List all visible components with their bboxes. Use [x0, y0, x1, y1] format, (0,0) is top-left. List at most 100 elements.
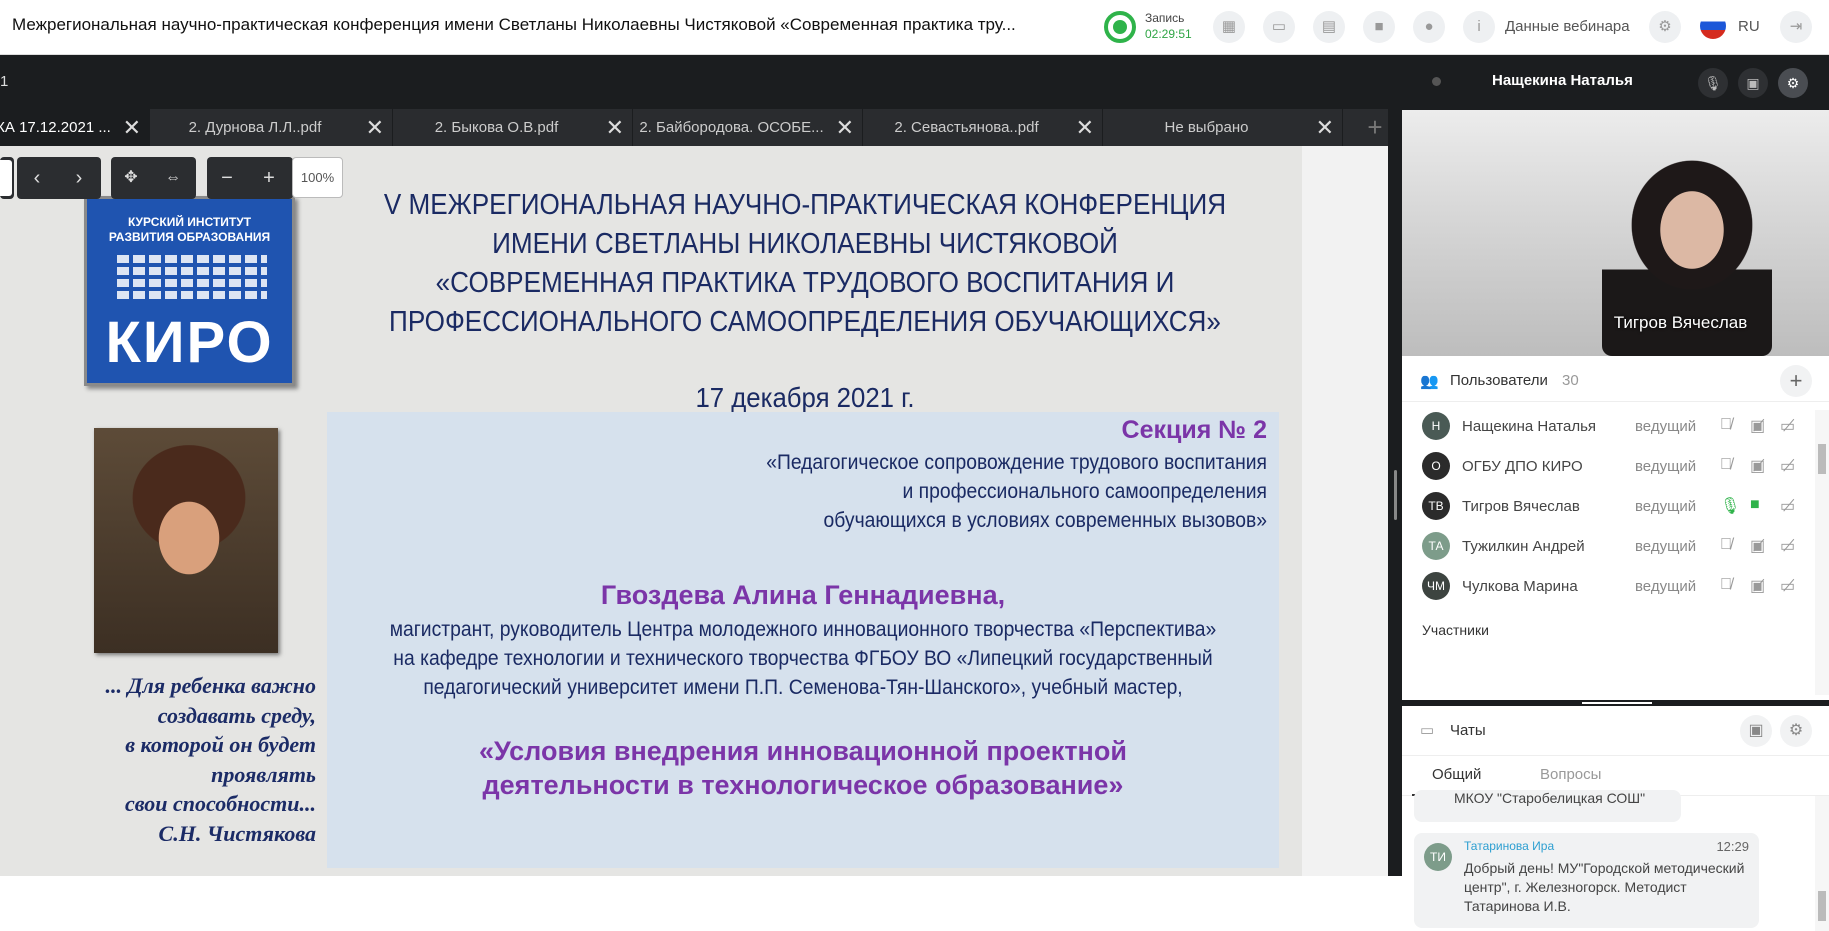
mic-off-icon[interactable]: 🎙̸: [1720, 416, 1732, 434]
zoom-out-icon[interactable]: −: [207, 157, 247, 199]
camera-off-icon[interactable]: ▣̸: [1750, 416, 1765, 436]
mic-off-icon[interactable]: 🎙: [1698, 68, 1728, 98]
mic-off-icon[interactable]: 🎙̸: [1720, 536, 1732, 554]
record-icon[interactable]: [1104, 11, 1136, 43]
mic-on-icon[interactable]: 🎙: [1720, 496, 1740, 516]
file-tabs: КА 17.12.2021 ... ✕ 2. Дурнова Л.Л..pdf ✕ …: [0, 109, 1396, 146]
close-icon[interactable]: ✕: [836, 109, 854, 146]
file-tab-label: 2. Байбородова. ОСОБЕ...: [639, 119, 824, 136]
message-time: 12:29: [1716, 839, 1749, 854]
zoom-level[interactable]: 100%: [292, 157, 343, 198]
avatar: ТИ: [1424, 843, 1452, 871]
webinar-data-button[interactable]: Данные вебинара: [1505, 18, 1630, 35]
add-user-icon[interactable]: +: [1780, 365, 1812, 397]
user-name: ОГБУ ДПО КИРО: [1462, 458, 1583, 475]
message-author[interactable]: Татаринова Ира: [1464, 839, 1554, 853]
camera-off-icon[interactable]: ▣̸: [1750, 576, 1765, 596]
slide-viewport: КУРСКИЙ ИНСТИТУТ РАЗВИТИЯ ОБРАЗОВАНИЯ КИ…: [0, 146, 1388, 876]
close-icon[interactable]: ✕: [366, 109, 384, 146]
fit-page-icon[interactable]: ✥: [111, 157, 151, 199]
user-role: ведущий: [1635, 538, 1697, 555]
panel-divider[interactable]: [1388, 55, 1402, 876]
screen-off-icon[interactable]: ▭̸: [1780, 416, 1795, 436]
user-name: Чулкова Марина: [1462, 578, 1578, 595]
top-bar: Межрегиональная научно-практическая конф…: [0, 0, 1829, 55]
zoom-in-icon[interactable]: +: [249, 157, 289, 199]
exit-icon[interactable]: ⇥: [1780, 11, 1812, 43]
close-icon[interactable]: ✕: [1316, 109, 1334, 146]
user-row[interactable]: ТА Тужилкин Андрей ведущий 🎙̸ ▣̸ ▭̸: [1402, 527, 1812, 567]
avatar: Н: [1422, 412, 1450, 440]
presentation-header: [0, 55, 1396, 109]
prev-page-icon[interactable]: ‹: [17, 157, 57, 199]
fit-width-icon[interactable]: ⇔: [153, 157, 193, 199]
screen-off-icon[interactable]: ▭̸: [1780, 576, 1795, 596]
chats-header: ▭ Чаты ▣ ⚙: [1402, 706, 1829, 756]
nav-controls: ‹ ›: [17, 157, 101, 199]
user-row[interactable]: ЧМ Чулкова Марина ведущий 🎙̸ ▣̸ ▭̸: [1402, 567, 1812, 607]
logo-text: КИРО: [105, 310, 274, 375]
user-row[interactable]: Н Нащекина Наталья ведущий 🎙̸ ▣̸ ▭̸: [1402, 407, 1812, 447]
camera-off-icon[interactable]: ▣̸: [1750, 536, 1765, 556]
file-tab[interactable]: КА 17.12.2021 ... ✕: [0, 109, 150, 146]
splitter-handle[interactable]: [1582, 702, 1652, 704]
file-tab[interactable]: Не выбрано ✕: [1103, 109, 1343, 146]
message-text: Добрый день! МУ"Городской методический ц…: [1464, 860, 1745, 914]
apps-icon[interactable]: ▦: [1213, 11, 1245, 43]
file-tab-label: Не выбрано: [1164, 119, 1249, 136]
record-label: Запись: [1145, 11, 1185, 25]
camera-off-icon[interactable]: ▣̸: [1750, 456, 1765, 476]
users-scrollbar[interactable]: [1815, 410, 1829, 695]
close-icon[interactable]: ✕: [1076, 109, 1094, 146]
user-name: Нащекина Наталья: [1462, 418, 1597, 435]
tab-questions[interactable]: Вопросы: [1540, 766, 1601, 783]
gear-icon[interactable]: ⚙: [1778, 68, 1808, 98]
users-label: Пользователи: [1450, 372, 1548, 389]
tab-general[interactable]: Общий: [1432, 766, 1481, 783]
scroll-thumb[interactable]: [1818, 444, 1826, 474]
camera-on-icon[interactable]: ■: [1750, 496, 1760, 514]
slide: КУРСКИЙ ИНСТИТУТ РАЗВИТИЯ ОБРАЗОВАНИЯ КИ…: [0, 146, 1302, 876]
chat-settings-icon[interactable]: ▣: [1740, 715, 1772, 747]
file-tab[interactable]: 2. Байбородова. ОСОБЕ... ✕: [633, 109, 863, 146]
scroll-thumb[interactable]: [1818, 891, 1826, 921]
language-label[interactable]: RU: [1738, 18, 1760, 35]
avatar: О: [1422, 452, 1450, 480]
gear-icon[interactable]: ⚙: [1649, 11, 1681, 43]
section-number: Секция № 2: [1121, 416, 1267, 444]
close-icon[interactable]: ✕: [606, 109, 624, 146]
chat-scrollbar[interactable]: [1815, 796, 1829, 931]
participants-label: Участники: [1422, 622, 1489, 638]
gear-icon[interactable]: ⚙: [1780, 715, 1812, 747]
right-panel: Нащекина Наталья 🎙 ▣ ⚙ Тигров Вячеслав 👥…: [1402, 55, 1829, 931]
user-row[interactable]: О ОГБУ ДПО КИРО ведущий 🎙̸ ▣̸ ▭̸: [1402, 447, 1812, 487]
screen-share-icon[interactable]: ▭: [1263, 11, 1295, 43]
mic-off-icon[interactable]: 🎙̸: [1720, 576, 1732, 594]
user-row[interactable]: ТВ Тигров Вячеслав ведущий 🎙 ■ ▭̸: [1402, 487, 1812, 527]
folder-icon[interactable]: ■: [1363, 11, 1395, 43]
screen-off-icon[interactable]: ▭̸: [1780, 496, 1795, 516]
camera-off-icon[interactable]: ▣: [1738, 68, 1768, 98]
avatar: ЧМ: [1422, 572, 1450, 600]
page-input-group[interactable]: [0, 157, 14, 199]
screen-off-icon[interactable]: ▭̸: [1780, 456, 1795, 476]
divider-handle[interactable]: [1394, 470, 1397, 520]
file-tab[interactable]: 2. Севастьянова..pdf ✕: [863, 109, 1103, 146]
slide-margin: [1302, 146, 1388, 876]
mic-off-icon[interactable]: 🎙̸: [1720, 456, 1732, 474]
document-icon[interactable]: ▤: [1313, 11, 1345, 43]
file-tab[interactable]: 2. Дурнова Л.Л..pdf ✕: [150, 109, 393, 146]
author-name: Гвоздева Алина Геннадиевна,: [600, 580, 1006, 610]
russian-flag-icon[interactable]: [1700, 13, 1726, 39]
presenter-name: Нащекина Наталья: [1492, 72, 1633, 89]
page-number: 1: [0, 73, 9, 90]
section-title: «Педагогическое сопровождение трудового …: [766, 451, 1267, 532]
screen-off-icon[interactable]: ▭̸: [1780, 536, 1795, 556]
user-role: ведущий: [1635, 498, 1697, 515]
user-settings-icon[interactable]: ●: [1413, 11, 1445, 43]
file-tab[interactable]: 2. Быкова О.В.pdf ✕: [393, 109, 633, 146]
info-icon[interactable]: i: [1463, 11, 1495, 43]
file-tab-label: 2. Дурнова Л.Л..pdf: [188, 119, 322, 136]
close-icon[interactable]: ✕: [123, 109, 141, 146]
next-page-icon[interactable]: ›: [59, 157, 99, 199]
